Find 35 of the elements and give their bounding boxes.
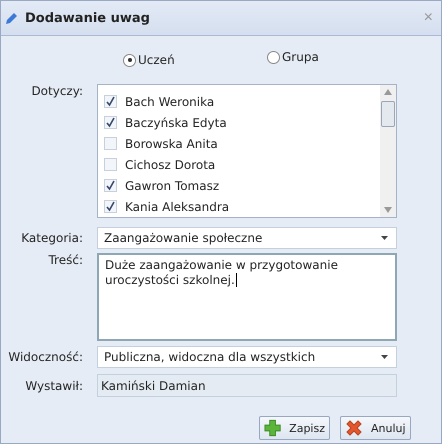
student-item[interactable]: Kania Aleksandra [104,196,380,217]
radio-option[interactable]: Uczeń [123,53,267,67]
dropdown-caret-icon [381,236,388,240]
student-item[interactable]: Cichosz Dorota [104,154,380,175]
checkbox[interactable] [104,179,117,192]
category-dropdown[interactable]: Zaangażowanie społeczne [97,227,397,249]
author-field[interactable]: Kamiński Damian [97,374,397,397]
field-label: Treść: [47,253,84,267]
scroll-down-icon[interactable] [384,207,392,213]
radio-option[interactable]: Grupa [267,50,411,64]
checkbox[interactable] [104,137,117,150]
student-item[interactable]: Borowska Anita [104,133,380,154]
content-textarea[interactable]: Duże zaangażowanie w przygotowanie uroczystości szkolnej. [97,253,397,341]
student-item[interactable]: Baczyńska Edyta [104,112,380,133]
save-button[interactable]: Zapisz [259,416,330,440]
scroll-up-icon[interactable] [384,89,392,95]
student-item[interactable]: Bach Weronika [104,91,380,112]
cancel-button[interactable]: Anuluj [340,416,411,440]
field-label: Dotyczy: [30,84,84,98]
checkbox[interactable] [104,200,117,213]
field-label: Widoczność: [7,350,84,364]
field-label: Kategoria: [20,231,84,245]
dropdown-caret-icon [381,355,388,359]
checkbox[interactable] [104,116,117,129]
student-item[interactable]: Gawron Tomasz [104,175,380,196]
checkbox[interactable] [104,95,117,108]
visibility-dropdown[interactable]: Publiczna, widoczna dla wszystkich [97,346,397,368]
field-label: Wystawił: [24,378,84,392]
pencil-icon [5,11,19,25]
checkbox[interactable] [104,158,117,171]
scroll-thumb[interactable] [381,101,395,127]
scrollbar[interactable] [380,85,396,217]
plus-icon [264,419,282,437]
window-title: Dodawanie uwag [25,10,151,26]
cross-icon [345,419,363,437]
